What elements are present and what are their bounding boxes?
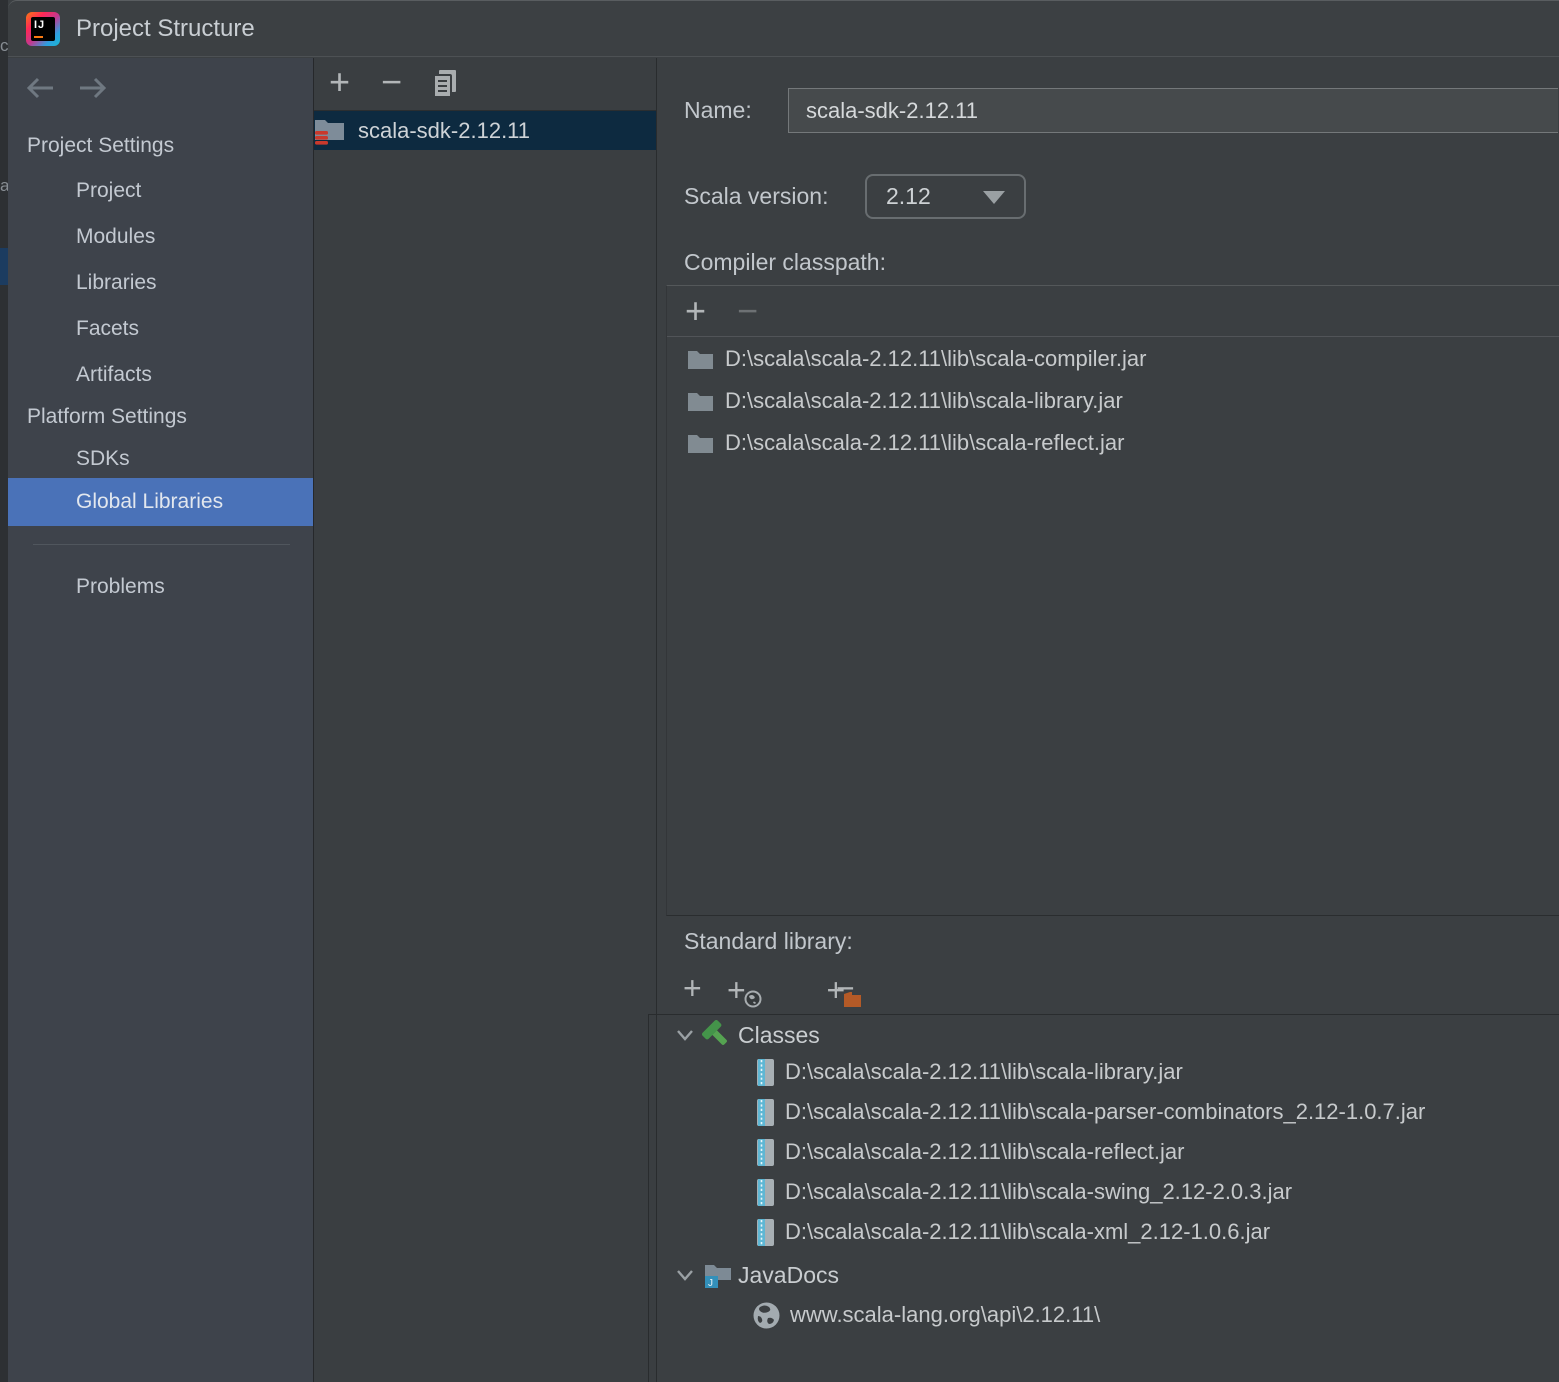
sidebar-divider <box>33 544 290 545</box>
jar-path: D:\scala\scala-2.12.11\lib\scala-parser-… <box>785 1099 1426 1124</box>
sidebar-item-artifacts[interactable]: Artifacts <box>8 360 313 390</box>
jar-path: D:\scala\scala-2.12.11\lib\scala-library… <box>785 1059 1183 1084</box>
jar-path: D:\scala\scala-2.12.11\lib\scala-reflect… <box>785 1139 1185 1164</box>
add-classpath-entry-button[interactable]: + <box>685 293 706 329</box>
scala-version-label: Scala version: <box>684 183 829 209</box>
back-button[interactable] <box>22 74 58 107</box>
javadocs-label: JavaDocs <box>738 1261 839 1288</box>
classpath-entry[interactable]: D:\scala\scala-2.12.11\lib\scala-reflect… <box>667 422 1559 464</box>
chevron-down-icon[interactable] <box>676 1029 694 1041</box>
sidebar-item-problems[interactable]: Problems <box>8 572 313 602</box>
forward-button[interactable] <box>75 74 111 107</box>
jar-archive-icon <box>757 1218 774 1246</box>
std-add-button[interactable]: + <box>683 972 702 1004</box>
copy-icon <box>433 70 456 98</box>
classes-jar-row[interactable]: D:\scala\scala-2.12.11\lib\scala-library… <box>756 1052 1425 1092</box>
scala-version-select[interactable]: 2.12 <box>865 174 1026 219</box>
folder-icon <box>688 393 713 411</box>
folder-icon <box>688 351 713 369</box>
classes-jar-list: D:\scala\scala-2.12.11\lib\scala-library… <box>756 1052 1425 1252</box>
std-remove-button[interactable]: − <box>836 972 855 1004</box>
add-library-button[interactable]: + <box>329 64 350 100</box>
chevron-down-icon <box>983 191 1005 204</box>
classes-label: Classes <box>738 1021 820 1048</box>
dialog-title: Project Structure <box>76 14 255 42</box>
copy-library-button[interactable] <box>430 68 460 105</box>
javadocs-folder-icon: J <box>705 1264 731 1289</box>
library-list-toolbar <box>314 58 656 111</box>
compiler-classpath-toolbar <box>667 286 1559 337</box>
name-label: Name: <box>684 97 752 123</box>
jar-path: D:\scala\scala-2.12.11\lib\scala-swing_2… <box>785 1179 1293 1204</box>
classpath-entry[interactable]: D:\scala\scala-2.12.11\lib\scala-library… <box>667 380 1559 422</box>
background-text-fragment: c <box>0 36 8 55</box>
sidebar-item-facets[interactable]: Facets <box>8 314 313 344</box>
forward-arrow-icon <box>80 77 107 99</box>
background-text-fragment: a <box>0 176 8 195</box>
scala-version-value: 2.12 <box>886 183 931 209</box>
sidebar-header-project-settings: Project Settings <box>27 134 175 157</box>
remove-classpath-entry-button[interactable]: − <box>737 293 758 329</box>
globe-icon <box>753 1302 780 1328</box>
globe-badge-icon <box>744 990 762 1008</box>
tree-node-classes[interactable]: Classes <box>676 1016 820 1054</box>
name-input[interactable]: scala-sdk-2.12.11 <box>788 88 1558 133</box>
jar-archive-icon <box>757 1058 774 1086</box>
settings-sidebar <box>8 58 313 1382</box>
sidebar-item-modules[interactable]: Modules <box>8 222 313 252</box>
classpath-path: D:\scala\scala-2.12.11\lib\scala-compile… <box>725 346 1147 371</box>
remove-library-button[interactable]: − <box>381 64 402 100</box>
sidebar-item-project[interactable]: Project <box>8 176 313 206</box>
sidebar-item-libraries[interactable]: Libraries <box>8 268 313 298</box>
compiler-classpath-list: D:\scala\scala-2.12.11\lib\scala-compile… <box>667 338 1559 464</box>
classes-jar-row[interactable]: D:\scala\scala-2.12.11\lib\scala-reflect… <box>756 1132 1425 1172</box>
classes-hammer-icon <box>702 1020 727 1045</box>
compiler-classpath-panel: + − D:\scala\scala-2.12.11\lib\scala-com… <box>666 285 1559 916</box>
library-name: scala-sdk-2.12.11 <box>358 117 531 143</box>
library-list-item-selected[interactable]: scala-sdk-2.12.11 <box>314 111 656 150</box>
jar-archive-icon <box>757 1178 774 1206</box>
tree-node-javadocs[interactable]: J JavaDocs <box>676 1256 839 1294</box>
javadocs-url: www.scala-lang.org\api\2.12.11\ <box>790 1302 1101 1327</box>
sidebar-item-sdks[interactable]: SDKs <box>8 444 313 474</box>
compiler-classpath-label: Compiler classpath: <box>684 249 886 275</box>
classpath-entry[interactable]: D:\scala\scala-2.12.11\lib\scala-compile… <box>667 338 1559 380</box>
jar-path: D:\scala\scala-2.12.11\lib\scala-xml_2.1… <box>785 1219 1271 1244</box>
intellij-logo-icon: IJ <box>26 11 60 46</box>
back-arrow-icon <box>26 77 53 99</box>
standard-library-label: Standard library: <box>684 928 853 954</box>
jar-archive-icon <box>757 1138 774 1166</box>
library-list-panel <box>313 58 656 1382</box>
classpath-path: D:\scala\scala-2.12.11\lib\scala-library… <box>725 388 1123 413</box>
classpath-path: D:\scala\scala-2.12.11\lib\scala-reflect… <box>725 430 1125 455</box>
svg-text:J: J <box>708 1278 713 1289</box>
sidebar-item-global-libraries[interactable]: Global Libraries <box>8 478 313 526</box>
folder-icon <box>688 435 713 453</box>
classes-jar-row[interactable]: D:\scala\scala-2.12.11\lib\scala-xml_2.1… <box>756 1212 1425 1252</box>
sidebar-header-platform-settings: Platform Settings <box>27 405 187 428</box>
background-selection-fragment <box>0 248 8 285</box>
jar-archive-icon <box>757 1098 774 1126</box>
classes-jar-row[interactable]: D:\scala\scala-2.12.11\lib\scala-swing_2… <box>756 1172 1425 1212</box>
dialog-titlebar: IJ Project Structure <box>8 0 1559 57</box>
scala-sdk-folder-icon <box>315 119 344 145</box>
background-window-edge: c a <box>0 0 8 1382</box>
chevron-down-icon[interactable] <box>676 1269 694 1281</box>
std-add-from-url-button[interactable]: + <box>727 972 769 1012</box>
javadocs-url-row[interactable]: www.scala-lang.org\api\2.12.11\ <box>752 1296 1100 1334</box>
classes-jar-row[interactable]: D:\scala\scala-2.12.11\lib\scala-parser-… <box>756 1092 1425 1132</box>
